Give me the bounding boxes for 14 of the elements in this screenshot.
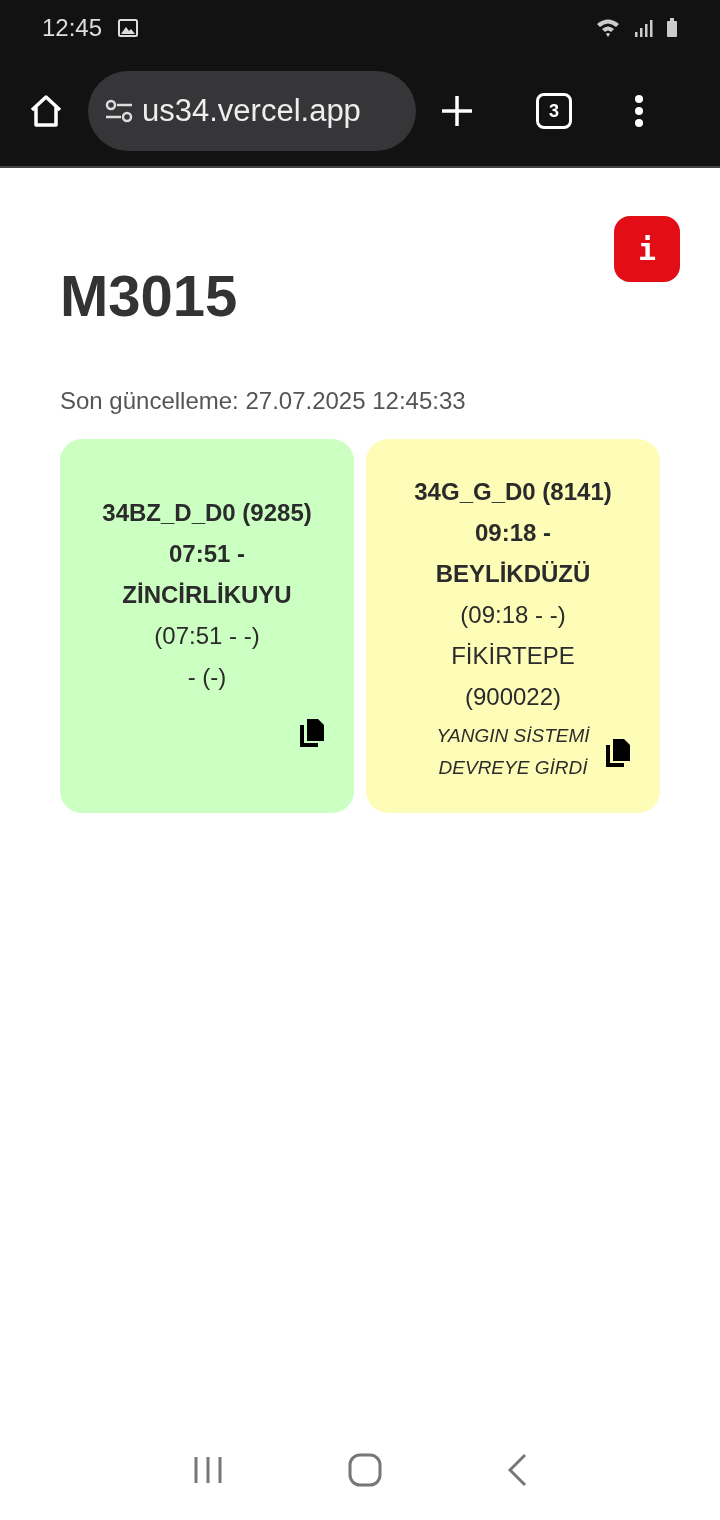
tab-count-button[interactable]: 3 bbox=[536, 93, 572, 129]
alert-note: YANGIN SİSTEMİ DEVREYE GİRDİ bbox=[435, 724, 591, 780]
info-button[interactable]: i bbox=[614, 216, 680, 282]
address-bar[interactable]: us34.vercel.app bbox=[88, 71, 416, 151]
stop-name: FİKİRTEPE (900022) bbox=[450, 641, 576, 712]
time-range: (07:51 - -) bbox=[154, 620, 260, 651]
clock: 12:45 bbox=[42, 14, 103, 42]
time-range: (09:18 - -) bbox=[460, 600, 566, 630]
page-title: M3015 bbox=[60, 262, 239, 329]
url-text: us34.vercel.app bbox=[142, 93, 361, 129]
last-update-text: Son güncelleme: 27.07.2025 12:45:33 bbox=[60, 387, 467, 415]
bus-title: 34BZ_D_D0 (9285) 07:51 - ZİNCİRLİKUYU bbox=[101, 497, 313, 610]
bus-title: 34G_G_D0 (8141) 09:18 - BEYLİKDÜZÜ bbox=[413, 477, 613, 589]
stop-name: - (-) bbox=[187, 661, 227, 692]
